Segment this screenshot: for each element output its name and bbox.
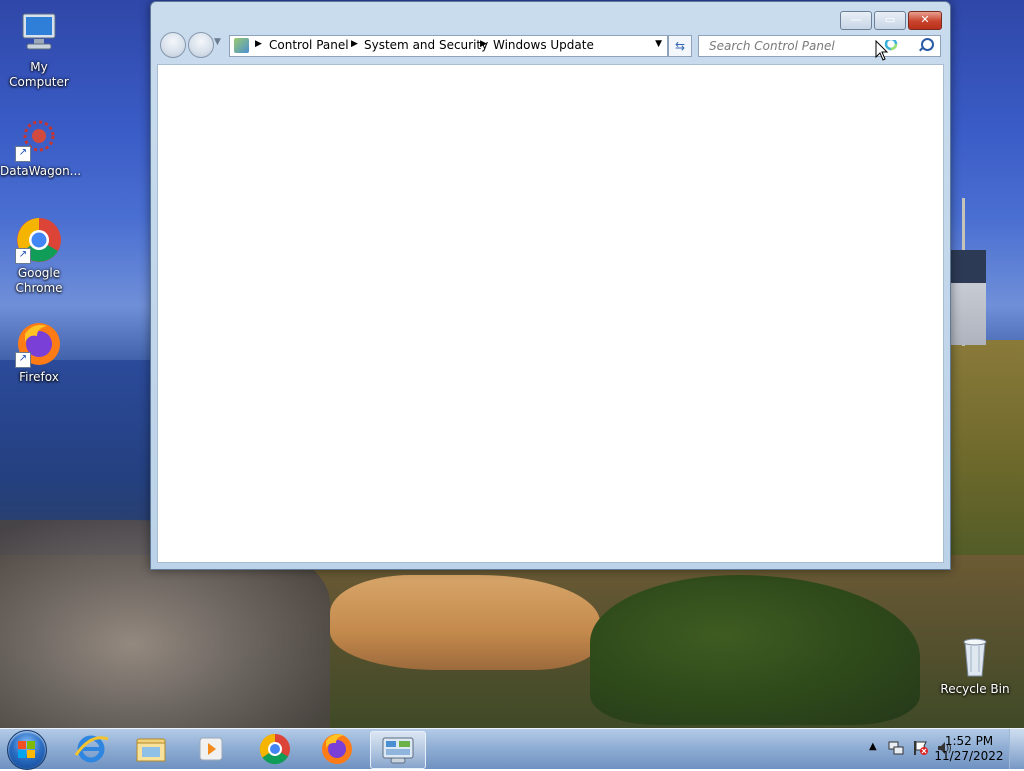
close-icon: ✕	[920, 13, 930, 26]
content-pane[interactable]	[157, 64, 944, 563]
forward-button[interactable]	[188, 32, 214, 58]
control-panel-icon	[234, 38, 249, 53]
address-bar[interactable]: ▶ Control Panel ▶ System and Security ▶ …	[229, 35, 668, 57]
folder-icon	[136, 738, 166, 762]
back-button[interactable]	[160, 32, 186, 58]
system-tray: ▲ 1:52 PM 11/27/2022	[824, 729, 1024, 769]
show-hidden-icons-chevron-icon[interactable]: ▲	[869, 741, 877, 752]
window-controls: — ▭ ✕	[838, 11, 942, 30]
shortcut-arrow-icon: ↗	[15, 248, 31, 264]
clock-time: 1:52 PM	[944, 734, 994, 748]
desktop-icon-recycle-bin[interactable]: Recycle Bin	[936, 632, 1014, 697]
desktop-icon-label: Firefox	[19, 370, 59, 384]
clock[interactable]: 1:52 PM 11/27/2022	[934, 734, 1004, 764]
datawagon-icon: ↗	[15, 114, 63, 162]
desktop-icon-label: Recycle Bin	[940, 682, 1010, 696]
minimize-button[interactable]: —	[840, 11, 872, 30]
computer-icon	[15, 10, 63, 58]
chrome-icon: ↗	[15, 216, 63, 264]
taskbar-media-player[interactable]	[184, 731, 238, 767]
breadcrumb-arrow-icon[interactable]: ▶	[480, 39, 487, 49]
breadcrumb-arrow-icon[interactable]: ▶	[351, 39, 358, 49]
control-panel-icon	[382, 737, 414, 764]
desktop-icon-google-chrome[interactable]: ↗ Google Chrome	[0, 216, 78, 296]
desktop-icon-datawagon[interactable]: ↗ DataWagon...	[0, 114, 82, 179]
media-player-icon	[199, 737, 223, 761]
taskbar-libraries[interactable]	[124, 731, 178, 767]
wallpaper-lighthouse	[950, 250, 986, 345]
clock-date: 11/27/2022	[934, 749, 1004, 763]
taskbar: ▲ 1:52 PM 11/27/2022	[0, 728, 1024, 770]
maximize-button[interactable]: ▭	[874, 11, 906, 30]
firefox-icon: ↗	[15, 320, 63, 368]
firefox-icon	[322, 734, 352, 764]
network-icon[interactable]	[888, 740, 904, 756]
breadcrumb-control-panel[interactable]: Control Panel	[269, 38, 349, 52]
recent-pages-dropdown-icon[interactable]: ▼	[214, 37, 221, 47]
taskbar-google-chrome[interactable]	[248, 731, 302, 767]
shortcut-arrow-icon: ↗	[15, 352, 31, 368]
shortcut-arrow-icon: ↗	[15, 146, 31, 162]
taskbar-control-panel[interactable]	[370, 731, 426, 769]
desktop-icon-label: Google Chrome	[15, 266, 63, 295]
show-desktop-button[interactable]	[1009, 729, 1024, 769]
breadcrumb-arrow-icon[interactable]: ▶	[255, 39, 262, 49]
wallpaper-boulder	[330, 575, 600, 670]
taskbar-firefox[interactable]	[310, 731, 364, 767]
windows-logo-icon	[18, 741, 36, 759]
maximize-icon: ▭	[884, 13, 896, 26]
refresh-button[interactable]: ⇆	[668, 35, 692, 57]
internet-explorer-icon	[74, 735, 109, 763]
address-dropdown-icon[interactable]: ▼	[655, 39, 662, 49]
desktop-icon-label: My Computer	[9, 60, 69, 89]
start-button[interactable]	[7, 730, 47, 770]
desktop-icon-firefox[interactable]: ↗ Firefox	[0, 320, 78, 385]
refresh-icon: ⇆	[674, 39, 686, 53]
search-icon[interactable]	[921, 38, 934, 51]
desktop-icon-my-computer[interactable]: My Computer	[0, 10, 78, 90]
taskbar-internet-explorer[interactable]	[64, 731, 118, 767]
recycle-bin-icon	[951, 632, 999, 680]
action-center-flag-icon[interactable]	[912, 740, 928, 756]
desktop-icon-label: DataWagon...	[0, 164, 82, 178]
breadcrumb-system-and-security[interactable]: System and Security	[364, 38, 488, 52]
breadcrumb-windows-update[interactable]: Windows Update	[493, 38, 594, 52]
minimize-icon: —	[850, 13, 862, 26]
search-box[interactable]	[698, 35, 941, 57]
chrome-icon	[259, 733, 290, 765]
close-button[interactable]: ✕	[908, 11, 942, 30]
